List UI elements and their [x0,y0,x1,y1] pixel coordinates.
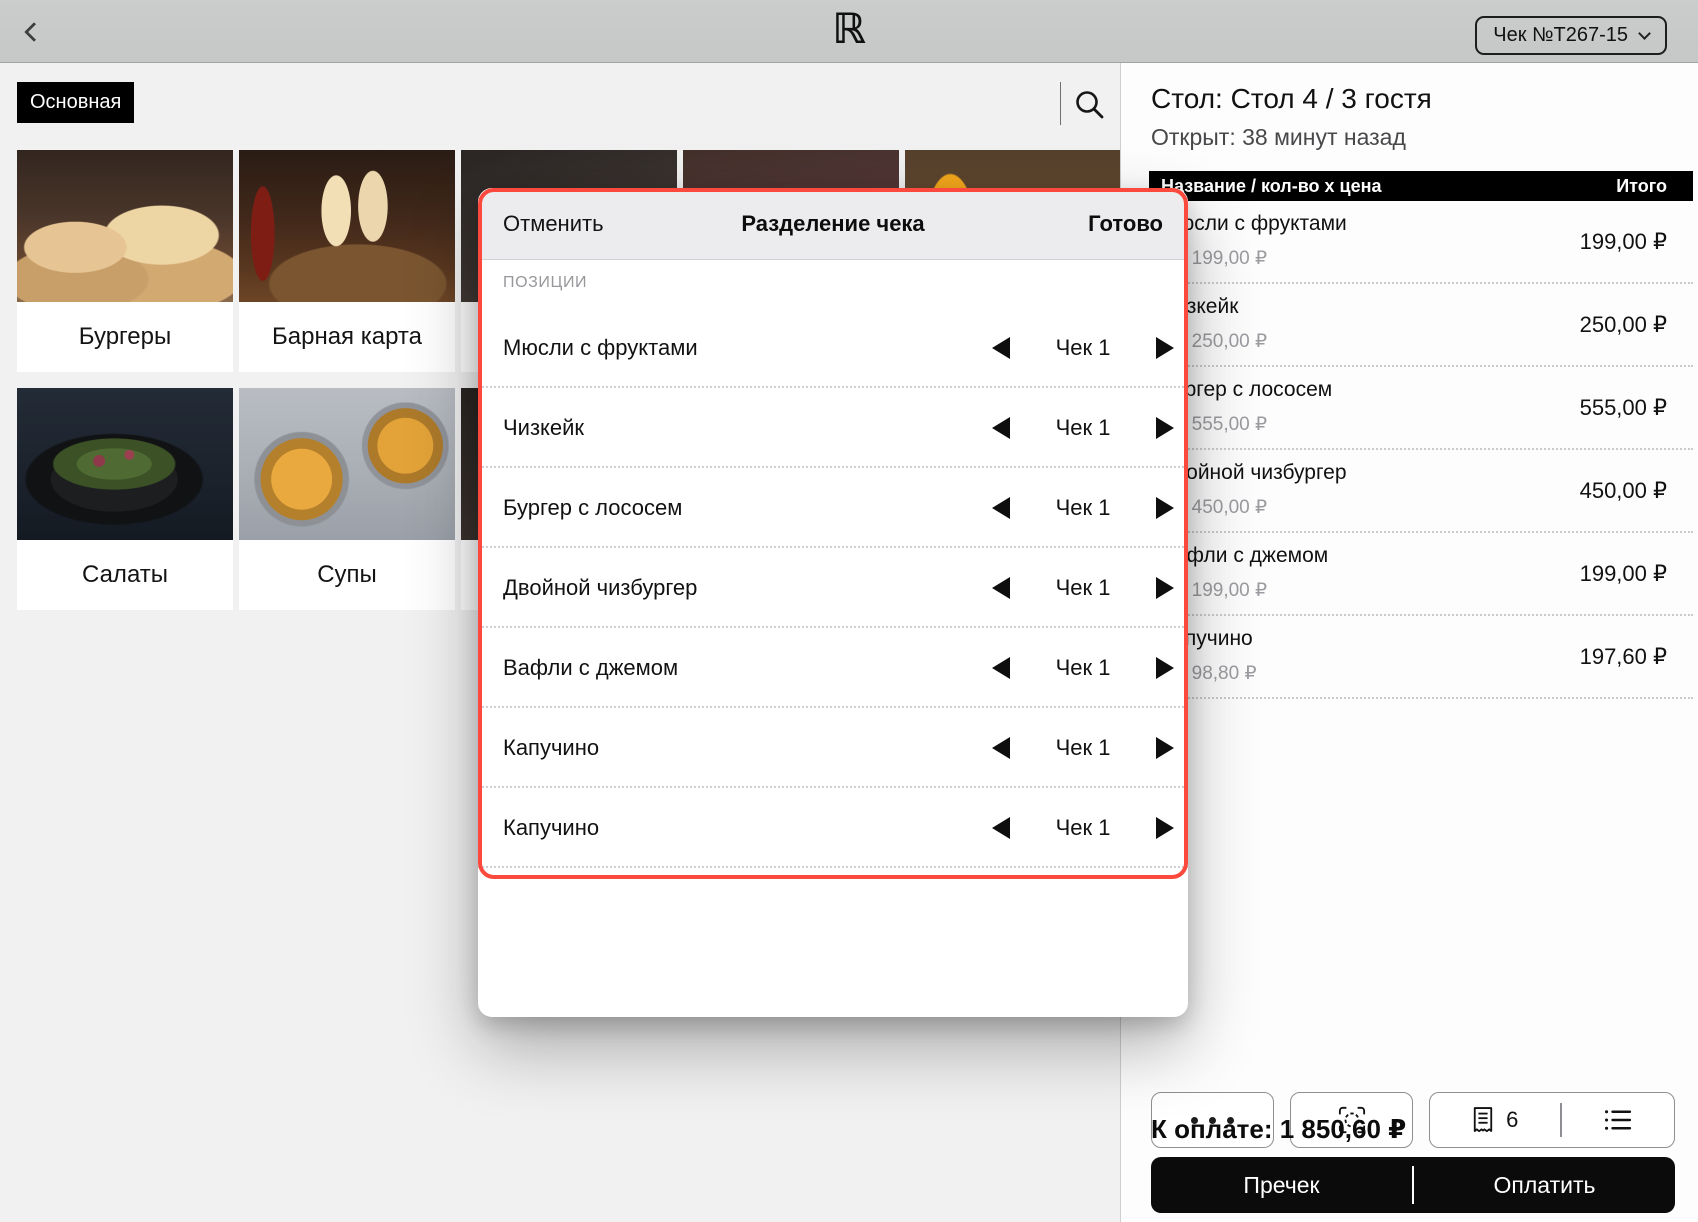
receipt-count: 6 [1506,1107,1518,1133]
category-card-burgers[interactable]: Бургеры [17,150,233,372]
top-bar: ℝ Чек №Т267-15 [0,0,1698,63]
order-items: Мюсли с фруктами 1 х 199,00 ₽ 199,00 ₽ Ч… [1149,201,1693,699]
split-item-label: Вафли с джемом [503,655,678,681]
split-item-row: Двойной чизбургер Чек 1 [478,548,1188,628]
check-assignment-label: Чек 1 [1044,415,1122,441]
order-panel: Стол: Стол 4 / 3 гостя Открыт: 38 минут … [1120,63,1698,1222]
item-total: 250,00 ₽ [1580,312,1667,338]
item-list-button[interactable] [1604,1109,1632,1131]
category-card-soups[interactable]: Супы [239,388,455,610]
category-label: Барная карта [239,302,455,372]
check-assignment-label: Чек 1 [1044,575,1122,601]
receipt-count-button[interactable]: 6 [1472,1106,1518,1134]
check-assignment-label: Чек 1 [1044,815,1122,841]
split-item-row: Вафли с джемом Чек 1 [478,628,1188,708]
category-photo [239,150,455,302]
next-check-arrow-icon[interactable] [1156,497,1174,519]
split-item-row: Мюсли с фруктами Чек 1 [478,308,1188,388]
category-label: Салаты [17,540,233,610]
split-check-modal: Отменить Разделение чека Готово ПОЗИЦИИ … [478,188,1188,1017]
search-divider [1060,82,1061,125]
split-item-label: Мюсли с фруктами [503,335,698,361]
check-selector-label: Чек №Т267-15 [1493,24,1628,47]
order-item-row[interactable]: Двойной чизбургер 1 х 450,00 ₽ 450,00 ₽ [1149,450,1693,533]
prev-check-arrow-icon[interactable] [992,337,1010,359]
category-photo [239,388,455,540]
next-check-arrow-icon[interactable] [1156,737,1174,759]
item-total: 199,00 ₽ [1580,561,1667,587]
prev-check-arrow-icon[interactable] [992,737,1010,759]
receipts-button-group: 6 [1429,1092,1675,1148]
app-logo: ℝ [0,4,1698,53]
category-label: Супы [239,540,455,610]
split-item-row: Капучино Чек 1 [478,708,1188,788]
item-name: Двойной чизбургер [1161,461,1347,485]
split-item-label: Чизкейк [503,415,584,441]
split-item-label: Бургер с лососем [503,495,682,521]
order-item-row[interactable]: Вафли с джемом 1 х 199,00 ₽ 199,00 ₽ [1149,533,1693,616]
amount-due: К оплате: 1 850,60 ₽ [1151,1114,1406,1145]
split-item-row: Чизкейк Чек 1 [478,388,1188,468]
done-button[interactable]: Готово [1088,211,1163,237]
next-check-arrow-icon[interactable] [1156,657,1174,679]
check-assignment-label: Чек 1 [1044,655,1122,681]
chevron-down-icon [1638,27,1651,40]
split-item-label: Капучино [503,735,599,761]
list-icon [1604,1109,1632,1131]
split-item-row: Бургер с лососем Чек 1 [478,468,1188,548]
category-label: Бургеры [17,302,233,372]
split-item-label: Двойной чизбургер [503,575,697,601]
precheck-button[interactable]: Пречек [1151,1172,1412,1199]
split-item-row: Капучино Чек 1 [478,788,1188,868]
total-column-header: Итого [1616,176,1667,197]
prev-check-arrow-icon[interactable] [992,657,1010,679]
prev-check-arrow-icon[interactable] [992,577,1010,599]
check-assignment-label: Чек 1 [1044,335,1122,361]
receipt-icon [1472,1106,1494,1134]
prev-check-arrow-icon[interactable] [992,417,1010,439]
item-total: 199,00 ₽ [1580,229,1667,255]
order-item-row[interactable]: Мюсли с фруктами 1 х 199,00 ₽ 199,00 ₽ [1149,201,1693,284]
check-selector-button[interactable]: Чек №Т267-15 [1475,16,1667,55]
category-card-salads[interactable]: Салаты [17,388,233,610]
next-check-arrow-icon[interactable] [1156,337,1174,359]
table-info: Стол: Стол 4 / 3 гостя [1151,83,1432,115]
check-assignment-label: Чек 1 [1044,495,1122,521]
item-name: Мюсли с фруктами [1161,212,1347,236]
open-duration: Открыт: 38 минут назад [1151,124,1406,151]
menu-group-badge[interactable]: Основная [17,82,134,123]
next-check-arrow-icon[interactable] [1156,577,1174,599]
order-item-row[interactable]: Капучино 2 х 98,80 ₽ 197,60 ₽ [1149,616,1693,699]
button-divider [1560,1103,1562,1137]
prev-check-arrow-icon[interactable] [992,497,1010,519]
pay-bar: Пречек Оплатить [1151,1157,1675,1213]
modal-title: Разделение чека [478,211,1188,237]
order-table-header: Название / кол-во х цена Итого [1149,171,1693,201]
category-photo [17,388,233,540]
category-photo [17,150,233,302]
category-card-bar[interactable]: Барная карта [239,150,455,372]
item-total: 555,00 ₽ [1580,395,1667,421]
split-item-label: Капучино [503,815,599,841]
item-total: 197,60 ₽ [1580,644,1667,670]
prev-check-arrow-icon[interactable] [992,817,1010,839]
modal-header: Отменить Разделение чека Готово [478,188,1188,260]
name-column-header: Название / кол-во х цена [1161,176,1382,197]
pos-screen: ℝ Чек №Т267-15 Основная Бургеры Барная к… [0,0,1698,1222]
check-assignment-label: Чек 1 [1044,735,1122,761]
split-items: Мюсли с фруктами Чек 1 Чизкейк Чек 1 Бур… [478,308,1188,868]
next-check-arrow-icon[interactable] [1156,417,1174,439]
order-item-row[interactable]: Бургер с лососем 1 х 555,00 ₽ 555,00 ₽ [1149,367,1693,450]
order-item-row[interactable]: Чизкейк 1 х 250,00 ₽ 250,00 ₽ [1149,284,1693,367]
next-check-arrow-icon[interactable] [1156,817,1174,839]
pay-button[interactable]: Оплатить [1414,1172,1675,1199]
positions-section-label: ПОЗИЦИИ [503,274,587,292]
search-icon[interactable] [1072,87,1108,123]
item-total: 450,00 ₽ [1580,478,1667,504]
